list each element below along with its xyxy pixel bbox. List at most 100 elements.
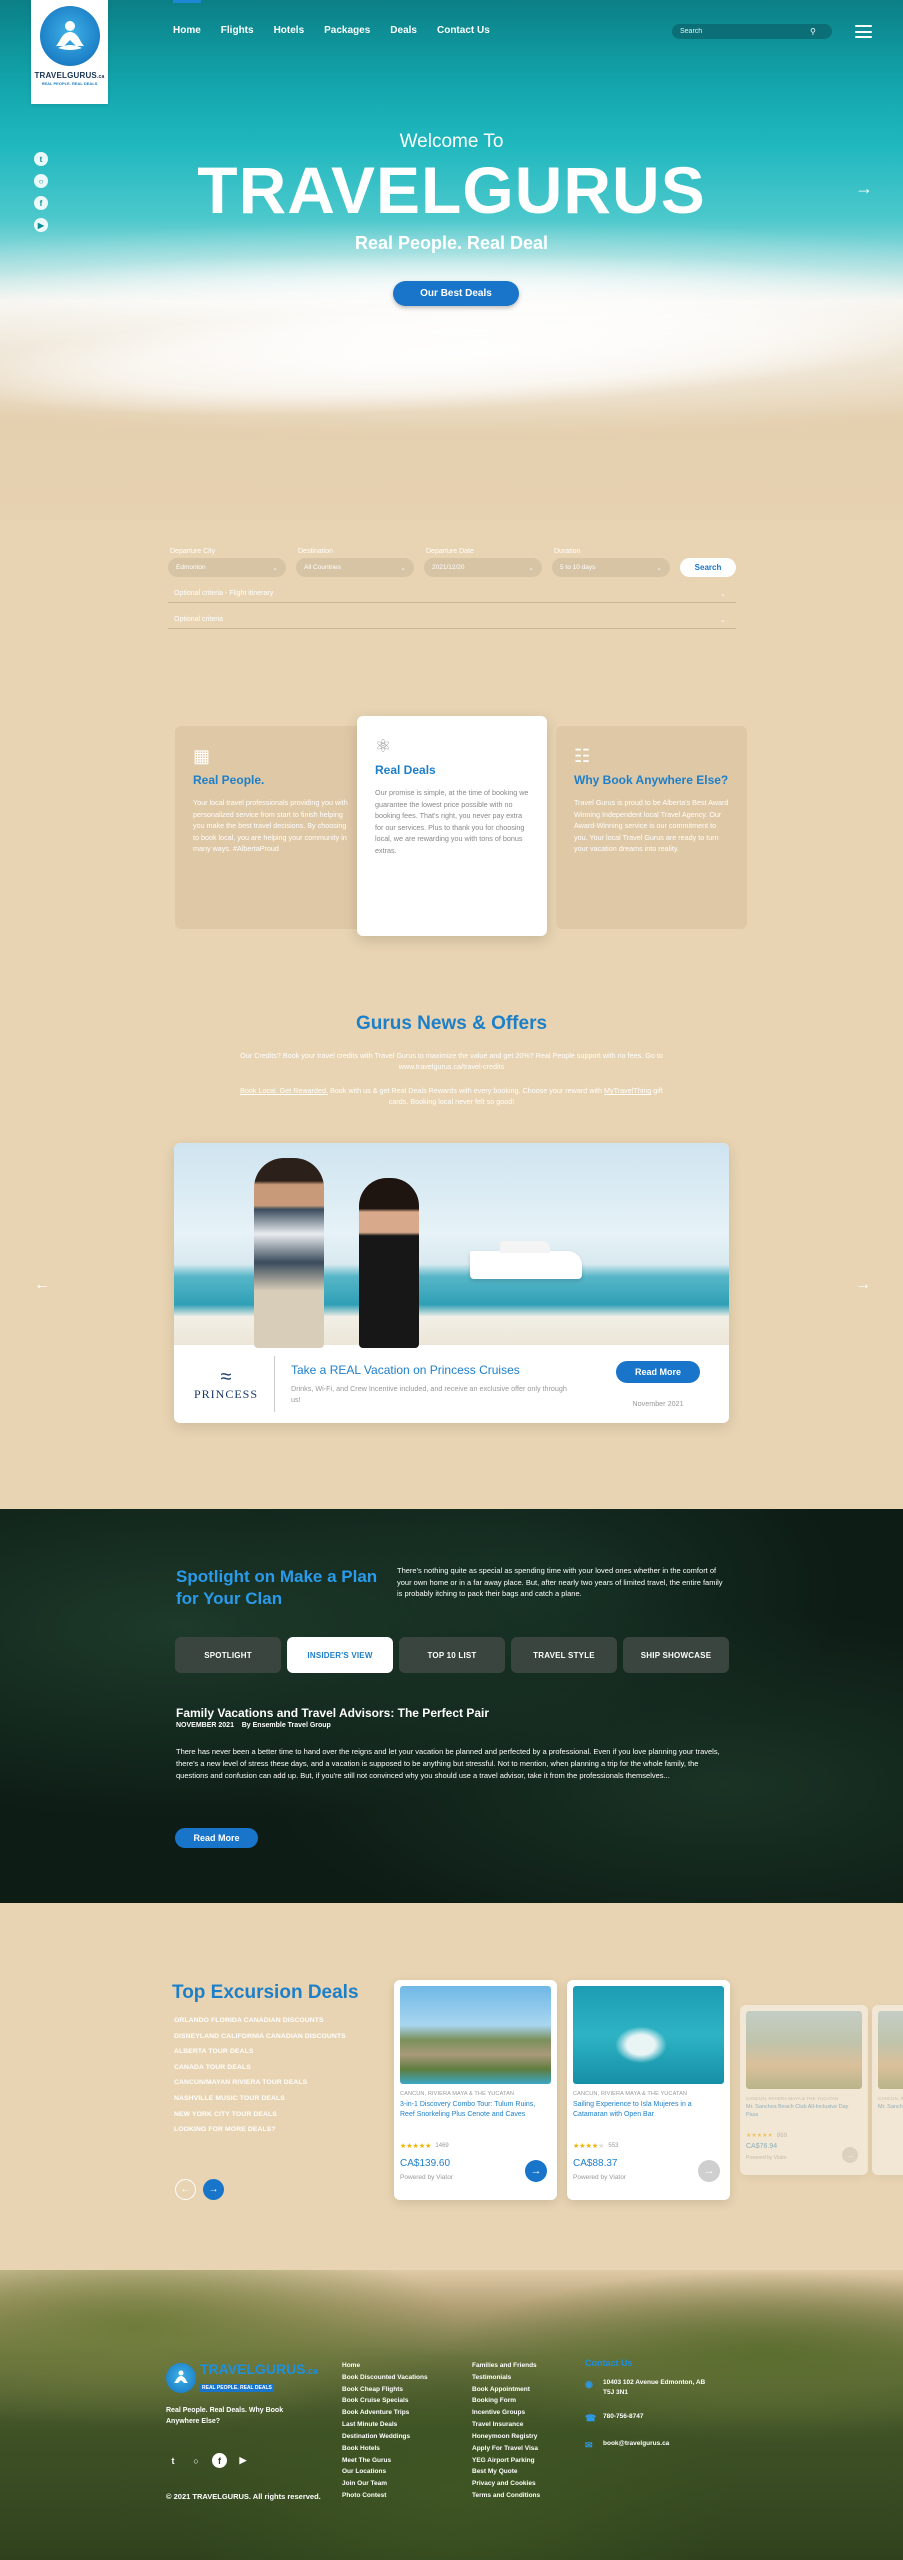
footer-link[interactable]: Booking Form	[472, 2395, 540, 2407]
footer-link[interactable]: Book Hotels	[342, 2443, 428, 2455]
footer-link[interactable]: Join Our Team	[342, 2478, 428, 2490]
excursion-rating: ★★★★★ 553	[573, 2142, 724, 2150]
destination-select[interactable]: All Countries ⌄	[296, 558, 414, 577]
hero-next-arrow-icon[interactable]: →	[855, 178, 873, 199]
excursion-card[interactable]: CANCUN, RIVIERA MAYA & THE YUCATAN 3-in-…	[394, 1980, 557, 2200]
feature-card-why-book: ☷ Why Book Anywhere Else? Travel Gurus i…	[556, 726, 747, 929]
footer-link[interactable]: Book Discounted Vacations	[342, 2372, 428, 2384]
excursion-go-button[interactable]: →	[842, 2147, 858, 2163]
nav-flights[interactable]: Flights	[221, 25, 254, 36]
tab-insiders-view[interactable]: INSIDER'S VIEW	[287, 1637, 393, 1673]
youtube-icon[interactable]: ▶	[236, 2454, 250, 2468]
footer-link[interactable]: Our Locations	[342, 2466, 428, 2478]
tab-spotlight[interactable]: SPOTLIGHT	[175, 1637, 281, 1673]
instagram-icon[interactable]: ○	[189, 2454, 203, 2468]
excursion-card[interactable]: CANCUN, RIVIERA MAYA & THE YUCATAN Saili…	[567, 1980, 730, 2200]
footer-link[interactable]: Meet The Gurus	[342, 2455, 428, 2467]
contact-address: 10403 102 Avenue Edmonton, AB T5J 3N1	[603, 2379, 706, 2396]
facebook-icon[interactable]: f	[212, 2453, 227, 2468]
search-button[interactable]: Search	[680, 558, 736, 577]
excursion-go-button[interactable]: →	[698, 2160, 720, 2182]
excursion-link[interactable]: LOOKING FOR MORE DEALS?	[174, 2126, 346, 2133]
news-next-arrow-icon[interactable]: →	[855, 1276, 871, 1294]
footer-link[interactable]: Honeymoon Registry	[472, 2431, 540, 2443]
footer-link[interactable]: Destination Weddings	[342, 2431, 428, 2443]
optional-criteria-flight-toggle[interactable]: Optional criteria - Flight itinerary ⌄	[168, 585, 736, 603]
footer-link[interactable]: Apply For Travel Visa	[472, 2443, 540, 2455]
footer-link[interactable]: Last Minute Deals	[342, 2419, 428, 2431]
nav-deals[interactable]: Deals	[390, 25, 417, 36]
footer-link[interactable]: Testimonials	[472, 2372, 540, 2384]
footer-link[interactable]: Home	[342, 2360, 428, 2372]
nav-packages[interactable]: Packages	[324, 25, 370, 36]
footer-link[interactable]: Book Appointment	[472, 2384, 540, 2396]
excursion-name[interactable]: Mr. Sanchos Beach Club	[878, 2104, 903, 2144]
excursion-prev-button[interactable]: ←	[175, 2179, 196, 2200]
footer-link[interactable]: Incentive Groups	[472, 2407, 540, 2419]
tab-top-10-list[interactable]: TOP 10 LIST	[399, 1637, 505, 1673]
star-rating-icon: ★★★★★	[746, 2133, 773, 2139]
excursion-name[interactable]: 3-in-1 Discovery Combo Tour: Tulum Ruins…	[400, 2100, 551, 2140]
read-more-button[interactable]: Read More	[616, 1360, 700, 1383]
article-title: Family Vacations and Travel Advisors: Th…	[176, 1706, 490, 1720]
contact-email[interactable]: book@travelgurus.ca	[603, 2439, 669, 2453]
tab-travel-style[interactable]: TRAVEL STYLE	[511, 1637, 617, 1673]
search-icon[interactable]: ⚲	[810, 27, 816, 36]
excursion-card[interactable]: CANCUN, RIVIERA MAYA & THE YUCATAN Mr. S…	[740, 2005, 868, 2175]
news-card-title[interactable]: Take a REAL Vacation on Princess Cruises	[291, 1363, 603, 1377]
excursion-next-button[interactable]: →	[203, 2179, 224, 2200]
footer-link[interactable]: Book Cheap Flights	[342, 2384, 428, 2396]
feature-title: Real Deals	[375, 763, 436, 777]
best-deals-button[interactable]: Our Best Deals	[393, 281, 519, 306]
mytravelthing-link[interactable]: MyTravelThing	[604, 1086, 651, 1095]
brand-name: TRAVELGURUS	[34, 71, 97, 80]
footer-brand-suffix: .ca	[305, 2366, 319, 2376]
footer-brand-tagline: REAL PEOPLE. REAL DEALS	[200, 2384, 274, 2392]
excursion-link[interactable]: CANADA TOUR DEALS	[174, 2064, 346, 2071]
footer-link[interactable]: Terms and Conditions	[472, 2490, 540, 2502]
excursion-link[interactable]: DISNEYLAND CALIFORNIA CANADIAN DISCOUNTS	[174, 2033, 346, 2040]
twitter-icon[interactable]: t	[166, 2454, 180, 2468]
search-input[interactable]	[680, 28, 810, 35]
excursion-link[interactable]: NASHVILLE MUSIC TOUR DEALS	[174, 2095, 346, 2102]
nav-contact[interactable]: Contact Us	[437, 25, 490, 36]
footer-link[interactable]: Photo Contest	[342, 2490, 428, 2502]
departure-date-select[interactable]: 2021/12/20 ⌄	[424, 558, 542, 577]
field-label: Departure Date	[426, 548, 474, 555]
contact-phone[interactable]: 780-756-8747	[603, 2412, 643, 2426]
excursion-link[interactable]: ALBERTA TOUR DEALS	[174, 2048, 346, 2055]
excursion-links: ORLANDO FLORIDA CANADIAN DISCOUNTS DISNE…	[174, 2017, 346, 2142]
excursion-name[interactable]: Sailing Experience to Isla Mujeres in a …	[573, 2100, 724, 2140]
departure-city-select[interactable]: Edmonton ⌄	[168, 558, 286, 577]
hamburger-menu-icon[interactable]	[855, 25, 872, 38]
footer-link[interactable]: Families and Friends	[472, 2360, 540, 2372]
optional-criteria-toggle[interactable]: Optional criteria ⌄	[168, 611, 736, 629]
meditation-logo-icon	[39, 6, 100, 66]
duration-select[interactable]: 5 to 10 days ⌄	[552, 558, 670, 577]
brand-logo[interactable]: TRAVELGURUS.ca REAL PEOPLE. REAL DEALS	[31, 0, 108, 104]
excursion-link[interactable]: NEW YORK CITY TOUR DEALS	[174, 2111, 346, 2118]
spotlight-read-more-button[interactable]: Read More	[175, 1828, 258, 1848]
excursions-title: Top Excursion Deals	[172, 1982, 359, 2003]
footer-link[interactable]: Privacy and Cookies	[472, 2478, 540, 2490]
footer-link[interactable]: Book Adventure Trips	[342, 2407, 428, 2419]
excursion-location: CANCUN, RIVIERA	[878, 2096, 903, 2101]
chevron-down-icon: ⌄	[400, 564, 406, 572]
footer-link[interactable]: YEG Airport Parking	[472, 2455, 540, 2467]
footer-link[interactable]: Book Cruise Specials	[342, 2395, 428, 2407]
hero-welcome: Welcome To	[399, 131, 504, 152]
select-value: 5 to 10 days	[560, 564, 596, 571]
news-prev-arrow-icon[interactable]: ←	[34, 1276, 50, 1294]
book-local-link[interactable]: Book Local. Get Rewarded.	[240, 1086, 328, 1095]
nav-hotels[interactable]: Hotels	[274, 25, 305, 36]
excursion-card[interactable]: CANCUN, RIVIERA Mr. Sanchos Beach Club	[872, 2005, 903, 2175]
footer-link[interactable]: Travel Insurance	[472, 2419, 540, 2431]
tab-ship-showcase[interactable]: SHIP SHOWCASE	[623, 1637, 729, 1673]
excursion-go-button[interactable]: →	[525, 2160, 547, 2182]
footer-link[interactable]: Best My Quote	[472, 2466, 540, 2478]
excursion-name[interactable]: Mr. Sanchos Beach Club All-Inclusive Day…	[746, 2104, 862, 2130]
nav-home[interactable]: Home	[173, 0, 201, 36]
footer-logo[interactable]: TRAVELGURUS.ca REAL PEOPLE. REAL DEALS	[166, 2362, 318, 2394]
excursion-link[interactable]: ORLANDO FLORIDA CANADIAN DISCOUNTS	[174, 2017, 346, 2024]
excursion-link[interactable]: CANCUN/MAYAN RIVIERA TOUR DEALS	[174, 2079, 346, 2086]
